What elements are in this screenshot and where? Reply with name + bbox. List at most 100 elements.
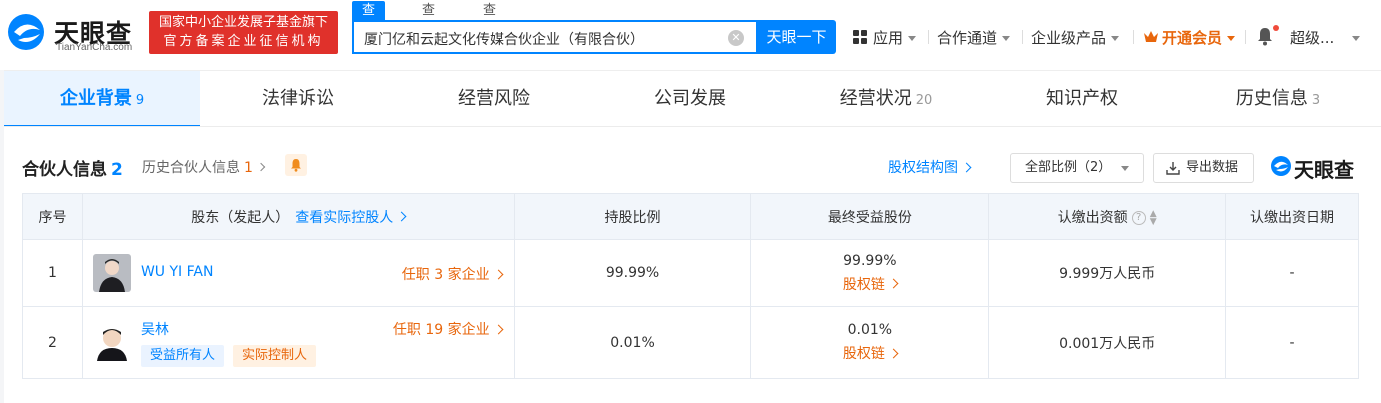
chevron-right-icon — [493, 324, 504, 334]
brand-logo-icon — [1271, 156, 1291, 176]
nav-divider — [1133, 30, 1134, 44]
chain-label: 股权链 — [842, 276, 885, 293]
chevron-down-icon — [908, 36, 917, 41]
chevron-right-icon — [888, 278, 899, 289]
tab-label: 企业背景 — [59, 88, 132, 109]
tab-count: 3 — [1311, 93, 1321, 108]
tab-search-relation[interactable]: 查关系 — [483, 1, 496, 56]
view-controller-link[interactable]: 查看实际控股人 — [295, 209, 407, 226]
col-beneficial: 最终受益股份 — [750, 193, 990, 240]
tag-beneficial-owner[interactable]: 受益所有人 — [140, 345, 224, 367]
history-partners-link[interactable]: 历史合伙人信息 1 — [142, 157, 266, 177]
tab-legal-litigation[interactable]: 法律诉讼 — [200, 71, 396, 127]
help-icon[interactable]: ? — [1131, 210, 1146, 225]
tab-business-status[interactable]: 经营状况 20 — [788, 71, 984, 127]
col-subscribed[interactable]: 认缴出资额? ▲ ▼ — [988, 193, 1227, 240]
positions-label: 任职 3 家企业 — [401, 267, 490, 283]
chevron-down-icon — [1121, 166, 1129, 171]
sort-icon[interactable]: ▲ ▼ — [1150, 209, 1157, 226]
tab-business-risk[interactable]: 经营风险 — [396, 71, 592, 127]
equity-chain-link[interactable]: 股权链 — [751, 343, 988, 363]
clear-icon[interactable]: ✕ — [728, 30, 744, 46]
gov-badge-line-2: 官方备案企业征信机构 — [163, 34, 324, 49]
nav-apps[interactable]: 应用 — [873, 27, 917, 48]
nav-channel-label: 合作通道 — [937, 29, 998, 47]
beneficial-value: 0.01% — [847, 322, 893, 338]
gov-badge-line-1: 国家中小企业发展子基金旗下 — [158, 15, 328, 30]
person-photo-icon — [92, 254, 131, 292]
beneficial-value: 99.99% — [843, 252, 897, 269]
tab-search-company[interactable]: 查公司 — [352, 1, 386, 56]
shareholder-name-link[interactable]: 吴林 — [141, 319, 169, 339]
col-subscribe-date: 认缴出资日期 — [1225, 193, 1359, 240]
positions-label: 任职 19 家企业 — [392, 322, 490, 338]
positions-link[interactable]: 任职 19 家企业 — [392, 319, 504, 339]
download-icon — [1166, 162, 1180, 175]
col-shareholder-label: 股东（发起人） — [191, 209, 290, 226]
tab-label: 知识产权 — [1046, 88, 1118, 109]
section-title-text: 合伙人信息 — [22, 160, 107, 180]
bell-icon — [291, 159, 301, 172]
logo-subtitle: TianYanCha.com — [56, 42, 133, 53]
tab-search-boss[interactable]: 查老板 — [422, 1, 435, 56]
tianyancha-logo[interactable]: 天眼查 TianYanCha.com — [6, 10, 146, 58]
nav-divider — [1245, 30, 1246, 44]
subscribed-cell: 9.999万人民币 — [988, 239, 1227, 307]
person-photo-icon — [92, 323, 131, 361]
positions-link[interactable]: 任职 3 家企业 — [401, 264, 504, 284]
tab-label: 法律诉讼 — [262, 88, 334, 109]
tab-company-development[interactable]: 公司发展 — [592, 71, 788, 127]
tab-history-info[interactable]: 历史信息 3 — [1180, 71, 1376, 127]
tab-label: 公司发展 — [654, 88, 726, 109]
chevron-down-icon — [1002, 36, 1011, 41]
notification-bell-icon[interactable] — [1256, 26, 1274, 46]
tab-label: 经营风险 — [458, 88, 530, 109]
col-shareholder: 股东（发起人） 查看实际控股人 — [81, 193, 515, 240]
col-index: 序号 — [22, 193, 83, 240]
row-index: 1 — [22, 239, 83, 307]
tag-actual-controller[interactable]: 实际控制人 — [232, 345, 316, 367]
export-data-button[interactable]: 导出数据 — [1153, 153, 1254, 183]
monitor-bell-button[interactable] — [285, 154, 307, 176]
vip-label: 开通会员 — [1162, 29, 1223, 47]
history-count: 1 — [244, 160, 253, 176]
equity-link-label: 股权结构图 — [888, 160, 958, 176]
gov-certification-badge: 国家中小企业发展子基金旗下 官方备案企业征信机构 — [149, 11, 338, 54]
beneficial-cell: 0.01% 股权链 — [750, 306, 990, 379]
company-section-tabs: 企业背景 9 法律诉讼 经营风险 公司发展 经营状况 20 知识产权 历史信息 3 — [4, 70, 1381, 127]
chevron-right-icon — [888, 348, 899, 358]
search-input[interactable]: 厦门亿和云起文化传媒合伙企业（有限合伙） ✕ — [352, 20, 758, 54]
col-ratio: 持股比例 — [513, 193, 752, 240]
vip-membership-button[interactable]: 开通会员 — [1162, 27, 1236, 48]
nav-enterprise-products[interactable]: 企业级产品 — [1031, 27, 1120, 48]
tab-enterprise-background[interactable]: 企业背景 9 — [4, 71, 200, 127]
ratio-filter-select[interactable]: 全部比例（2） — [1010, 153, 1144, 183]
chevron-down-icon — [1352, 36, 1361, 41]
tab-label: 经营状况 — [839, 88, 912, 109]
ratio-cell: 0.01% — [513, 306, 752, 379]
chevron-right-icon — [256, 162, 266, 172]
table-header-row: 序号 股东（发起人） 查看实际控股人 持股比例 最终受益股份 认缴出资额? ▲ ▼ 认… — [22, 193, 1359, 240]
equity-chain-link[interactable]: 股权链 — [751, 274, 988, 294]
user-menu[interactable]: 超级... — [1290, 27, 1361, 48]
tab-count: 20 — [915, 93, 933, 108]
subscribed-cell: 0.001万人民币 — [988, 306, 1227, 379]
shareholder-name-link[interactable]: WU YI FAN — [141, 264, 214, 280]
controller-link-label: 查看实际控股人 — [295, 209, 394, 226]
avatar[interactable] — [92, 323, 131, 361]
partner-info-panel: 合伙人信息 2 历史合伙人信息 1 股权结构图 全部比例（2） 导出数据 天眼查 序… — [4, 126, 1381, 403]
chain-label: 股权链 — [842, 346, 885, 362]
notification-dot — [1273, 25, 1279, 31]
avatar[interactable] — [92, 254, 131, 292]
equity-structure-link[interactable]: 股权结构图 — [888, 157, 972, 177]
crown-icon — [1144, 31, 1158, 42]
apps-grid-icon — [853, 30, 867, 44]
export-label: 导出数据 — [1186, 160, 1239, 175]
search-button[interactable]: 天眼一下 — [757, 20, 836, 54]
shareholder-cell: WU YI FAN 任职 3 家企业 — [81, 239, 515, 307]
section-count: 2 — [111, 160, 123, 180]
tab-intellectual-property[interactable]: 知识产权 — [984, 71, 1180, 127]
row-index: 2 — [22, 306, 83, 379]
nav-channel[interactable]: 合作通道 — [937, 27, 1011, 48]
tab-label: 历史信息 — [1235, 88, 1308, 109]
